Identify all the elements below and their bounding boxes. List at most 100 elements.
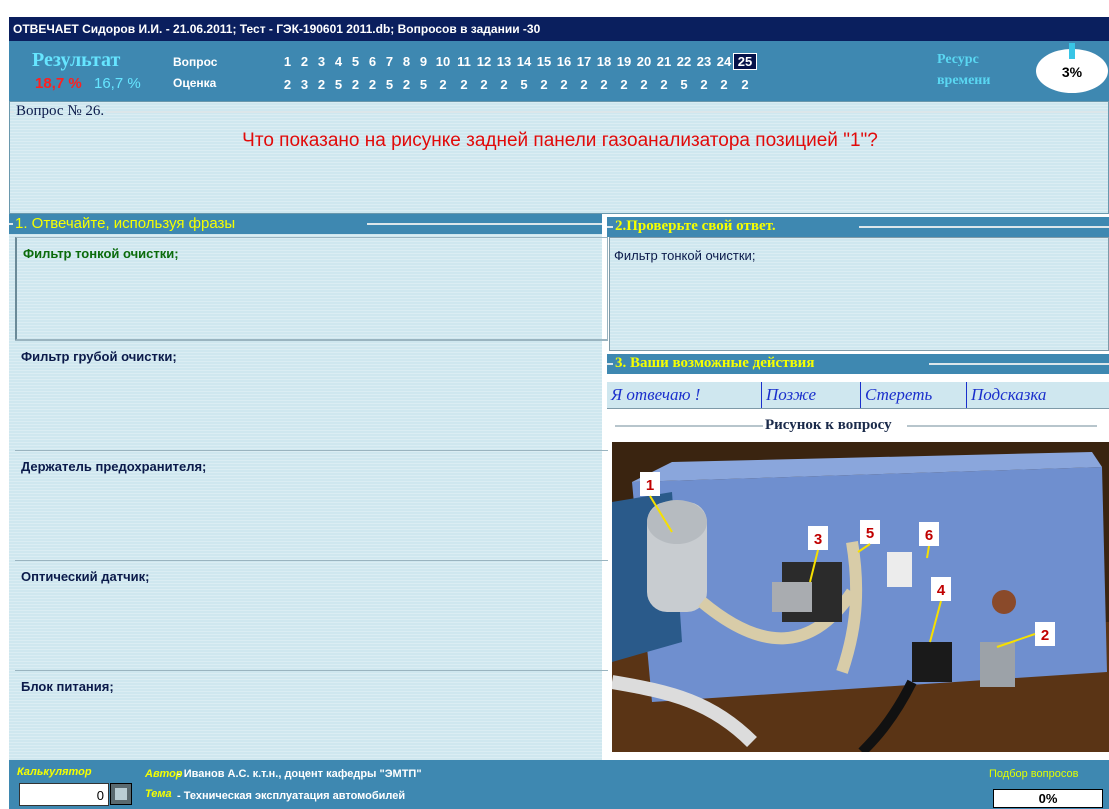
check-header: 2.Проверьте свой ответ. bbox=[607, 217, 1109, 237]
calculator-display[interactable]: 0 bbox=[19, 783, 109, 806]
question-number-cell[interactable]: 23 bbox=[694, 54, 714, 69]
picture-header: Рисунок к вопросу bbox=[607, 413, 1109, 439]
actions-header: 3. Ваши возможные действия bbox=[607, 354, 1109, 374]
grade-cell: 2 bbox=[560, 77, 568, 92]
grade-cell: 2 bbox=[580, 77, 588, 92]
percent-cyan: 16,7 % bbox=[94, 75, 141, 92]
percent-red: 18,7 % bbox=[35, 75, 82, 92]
question-number: Вопрос № 26. bbox=[16, 103, 105, 119]
question-number-cell[interactable]: 11 bbox=[454, 54, 474, 69]
question-area: Вопрос № 26. Что показано на рисунке зад… bbox=[9, 101, 1109, 214]
question-header: Вопрос № 26. bbox=[10, 102, 1108, 122]
grade-cell: 5 bbox=[334, 77, 343, 92]
label-2: 2 bbox=[1041, 627, 1049, 644]
grade-cell: 5 bbox=[385, 77, 394, 92]
grade-cell: 5 bbox=[520, 77, 528, 92]
question-number-cell[interactable]: 10 bbox=[432, 54, 454, 69]
question-number-cell[interactable]: 8 bbox=[398, 54, 415, 69]
grade-cell: 2 bbox=[700, 77, 708, 92]
label-6: 6 bbox=[925, 527, 933, 544]
window-title: ОТВЕЧАЕТ Сидоров И.И. - 21.06.2011; Тест… bbox=[13, 22, 541, 36]
answer-button[interactable]: Я отвечаю ! bbox=[607, 382, 762, 408]
picture-title: Рисунок к вопросу bbox=[765, 417, 892, 433]
answer-text: Фильтр тонкой очистки; bbox=[614, 248, 756, 263]
grade-cell: 2 bbox=[460, 77, 468, 92]
phrase-option-4[interactable]: Оптический датчик; bbox=[15, 560, 608, 670]
window-title-bar: ОТВЕЧАЕТ Сидоров И.И. - 21.06.2011; Тест… bbox=[9, 17, 1109, 41]
grade-row-label: Оценка bbox=[173, 76, 217, 90]
label-5: 5 bbox=[866, 525, 874, 542]
grade-cell: 2 bbox=[480, 77, 488, 92]
phrases-header: 1. Отвечайте, используя фразы bbox=[9, 214, 602, 234]
grade-cell: 5 bbox=[680, 77, 688, 92]
phrase-option-2[interactable]: Фильтр грубой очистки; bbox=[15, 340, 608, 450]
calculator-icon[interactable] bbox=[110, 783, 132, 805]
results-header: Результат Вопрос Оценка 18,7 % 16,7 % 12… bbox=[9, 41, 1109, 101]
grade-cell: 2 bbox=[351, 77, 360, 92]
grade-cell: 5 bbox=[419, 77, 428, 92]
question-number-cell[interactable]: 13 bbox=[494, 54, 514, 69]
check-title: 2.Проверьте свой ответ. bbox=[615, 218, 776, 234]
question-number-cell[interactable]: 22 bbox=[674, 54, 694, 69]
topic-key: Тема bbox=[145, 788, 172, 800]
time-gauge: 3% bbox=[1036, 43, 1108, 93]
question-number-cell[interactable]: 5 bbox=[347, 54, 364, 69]
gauge-needle bbox=[1069, 43, 1075, 59]
question-number-cell[interactable]: 21 bbox=[654, 54, 674, 69]
grade-values: 2325225252222522222225222 bbox=[279, 77, 756, 92]
grade-cell: 2 bbox=[500, 77, 508, 92]
question-number-cell[interactable]: 24 bbox=[714, 54, 734, 69]
question-number-cell[interactable]: 7 bbox=[381, 54, 398, 69]
question-number-cell[interactable]: 4 bbox=[330, 54, 347, 69]
time-resource-label-2: времени bbox=[937, 73, 991, 88]
footer-bar: Калькулятор Автор - Иванов А.С. к.т.н., … bbox=[9, 760, 1109, 809]
question-pick-progress: 0% bbox=[993, 789, 1103, 808]
question-number-cell[interactable]: 16 bbox=[554, 54, 574, 69]
phrase-option-3[interactable]: Держатель предохранителя; bbox=[15, 450, 608, 560]
grade-cell: 2 bbox=[741, 77, 749, 92]
question-number-cell[interactable]: 15 bbox=[534, 54, 554, 69]
grade-cell: 2 bbox=[600, 77, 608, 92]
hint-button[interactable]: Подсказка bbox=[967, 382, 1098, 408]
author-value: - Иванов А.С. к.т.н., доцент кафедры "ЭМ… bbox=[177, 768, 422, 780]
grade-cell: 2 bbox=[317, 77, 326, 92]
question-number-cell[interactable]: 19 bbox=[614, 54, 634, 69]
question-number-cell[interactable]: 17 bbox=[574, 54, 594, 69]
question-numbers: 1 2 3 4 5 6 7 8 9 10 11 12 13 14 15 16 17 18 19 20 21 22 23 24 2… bbox=[279, 53, 757, 70]
label-1: 1 bbox=[646, 477, 654, 494]
question-number-cell[interactable]: 20 bbox=[634, 54, 654, 69]
phrase-option-1[interactable]: Фильтр тонкой очистки; bbox=[15, 237, 608, 340]
question-text: Что показано на рисунке задней панели га… bbox=[242, 130, 878, 151]
calculator-label: Калькулятор bbox=[17, 766, 92, 778]
question-number-cell[interactable]: 12 bbox=[474, 54, 494, 69]
question-number-cell[interactable]: 1 bbox=[279, 54, 296, 69]
question-picture: 1 2 3 4 5 6 bbox=[610, 442, 1109, 756]
actions-bar: Я отвечаю ! Позже Стереть Подсказка bbox=[607, 382, 1109, 409]
question-number-cell[interactable]: 25 bbox=[733, 53, 757, 70]
time-value: 3% bbox=[1061, 64, 1083, 80]
grade-cell: 2 bbox=[283, 77, 292, 92]
phrase-option-5[interactable]: Блок питания; bbox=[15, 670, 608, 760]
time-resource-label: Ресурс bbox=[937, 52, 979, 67]
label-3: 3 bbox=[814, 531, 822, 548]
label-4: 4 bbox=[937, 582, 946, 599]
question-number-cell[interactable]: 3 bbox=[313, 54, 330, 69]
question-number-cell[interactable]: 18 bbox=[594, 54, 614, 69]
question-number-cell[interactable]: 6 bbox=[364, 54, 381, 69]
grade-cell: 2 bbox=[402, 77, 411, 92]
question-number-cell[interactable]: 14 bbox=[514, 54, 534, 69]
answer-check-box[interactable]: Фильтр тонкой очистки; bbox=[609, 237, 1109, 351]
question-number-cell[interactable]: 2 bbox=[296, 54, 313, 69]
erase-button[interactable]: Стереть bbox=[861, 382, 967, 408]
grade-cell: 2 bbox=[640, 77, 648, 92]
later-button[interactable]: Позже bbox=[762, 382, 861, 408]
grade-cell: 2 bbox=[439, 77, 447, 92]
grade-cell: 3 bbox=[300, 77, 309, 92]
question-number-cell[interactable]: 9 bbox=[415, 54, 432, 69]
grade-cell: 2 bbox=[540, 77, 548, 92]
phrases-title: 1. Отвечайте, используя фразы bbox=[15, 215, 236, 232]
phrases-panel: 1. Отвечайте, используя фразы Фильтр тон… bbox=[9, 214, 608, 760]
question-pick-label: Подбор вопросов bbox=[989, 768, 1079, 780]
actions-title: 3. Ваши возможные действия bbox=[615, 355, 815, 371]
grade-cell: 2 bbox=[660, 77, 668, 92]
